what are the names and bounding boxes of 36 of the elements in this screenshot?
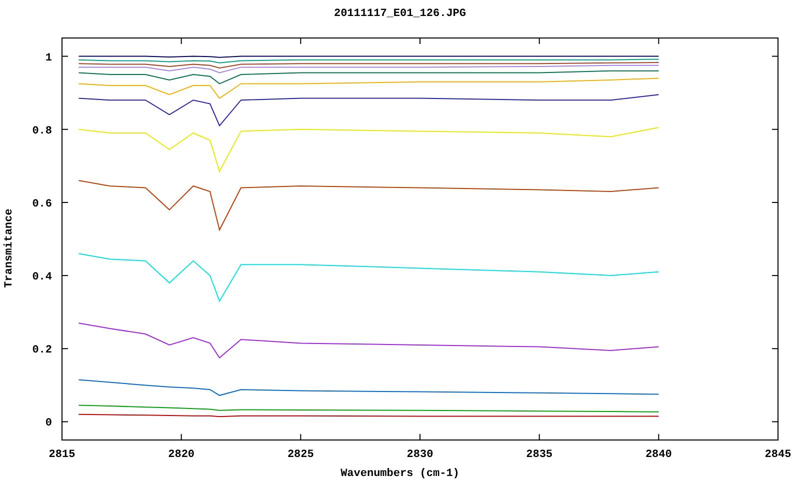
tick-label: 1 [45, 52, 52, 64]
tick-label: 0 [45, 418, 52, 430]
tick-mark [772, 275, 778, 276]
tick-mark [180, 38, 182, 44]
tick-mark [772, 128, 778, 130]
tick-label: 2830 [406, 449, 434, 461]
tick-label: 2840 [645, 449, 672, 461]
tick-mark [300, 38, 302, 44]
tick-mark [62, 275, 68, 276]
tick-label: 0.8 [32, 125, 52, 138]
tick-mark [180, 434, 182, 440]
x-axis-label: Wavenumbers (cm-1) [340, 468, 460, 480]
tick-mark [772, 421, 778, 422]
tick-mark [62, 56, 68, 57]
tick-label: 2815 [48, 449, 76, 461]
tick-mark [538, 434, 540, 440]
tick-mark [772, 202, 778, 203]
tick-label: 0.6 [32, 198, 52, 210]
tick-mark [772, 56, 778, 57]
tick-label: 2820 [168, 449, 195, 461]
tick-mark [62, 202, 68, 203]
tick-mark [772, 348, 778, 350]
chart-title: 20111117_E01_126.JPG [334, 6, 466, 22]
tick-label: 0.2 [32, 344, 52, 357]
tick-label: 2825 [287, 449, 314, 461]
tick-mark [658, 38, 660, 44]
tick-mark [300, 434, 302, 440]
tick-mark [62, 128, 68, 130]
tick-label: 0.4 [32, 272, 52, 284]
tick-mark [62, 421, 68, 422]
tick-mark [62, 348, 68, 350]
tick-mark [538, 38, 540, 44]
y-axis-label: Transmitance [2, 208, 17, 288]
tick-label: 2845 [764, 449, 792, 461]
tick-label: 2835 [526, 449, 553, 461]
tick-mark [658, 434, 660, 440]
